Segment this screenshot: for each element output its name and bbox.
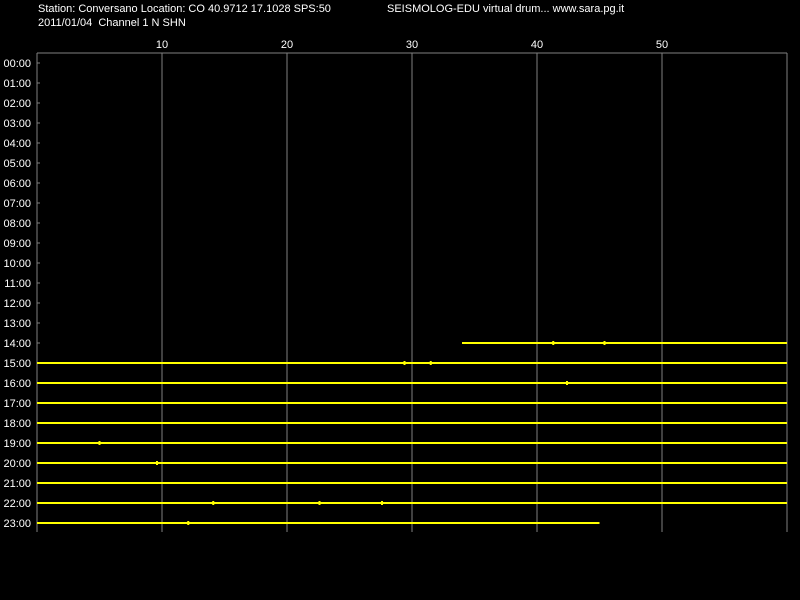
hour-label: 03:00 [3, 118, 31, 130]
x-ticks-layer: 10 20 30 40 50 [156, 39, 668, 51]
hour-label: 17:00 [3, 398, 31, 410]
grid-layer [36, 52, 788, 532]
hour-label: 13:00 [3, 318, 31, 330]
x-tick-label: 50 [656, 39, 668, 51]
x-tick-label: 40 [531, 39, 543, 51]
hour-label: 18:00 [3, 418, 31, 430]
hour-label: 02:00 [3, 98, 31, 110]
hour-label: 22:00 [3, 498, 31, 510]
hour-label: 14:00 [3, 338, 31, 350]
x-tick-label: 30 [406, 39, 418, 51]
hour-label: 21:00 [3, 478, 31, 490]
hour-label: 09:00 [3, 238, 31, 250]
y-ticks-layer: 00:00 01:00 02:00 03:00 04:00 05:00 06:00 07:00… [3, 58, 40, 530]
hour-label: 19:00 [3, 438, 31, 450]
hour-label: 15:00 [3, 358, 31, 370]
hour-label: 11:00 [4, 278, 31, 290]
hour-label: 16:00 [3, 378, 31, 390]
hour-label: 23:00 [3, 518, 31, 530]
helicorder-chart: 10 20 30 40 50 00:00 01:00 02:00 03:00 04:00 05:0… [3, 39, 788, 532]
x-tick-label: 10 [156, 39, 168, 51]
hour-label: 01:00 [3, 78, 31, 90]
hour-label: 06:00 [3, 178, 31, 190]
hour-label: 08:00 [3, 218, 31, 230]
hour-label: 10:00 [3, 258, 31, 270]
x-tick-label: 20 [281, 39, 293, 51]
hour-label: 04:00 [3, 138, 31, 150]
hour-label: 20:00 [3, 458, 31, 470]
seismogram-view: Station: Conversano Location: CO 40.9712… [0, 0, 800, 600]
hour-label: 07:00 [3, 198, 31, 210]
hour-label: 00:00 [3, 58, 31, 70]
hour-label: 12:00 [3, 298, 31, 310]
hour-label: 05:00 [3, 158, 31, 170]
